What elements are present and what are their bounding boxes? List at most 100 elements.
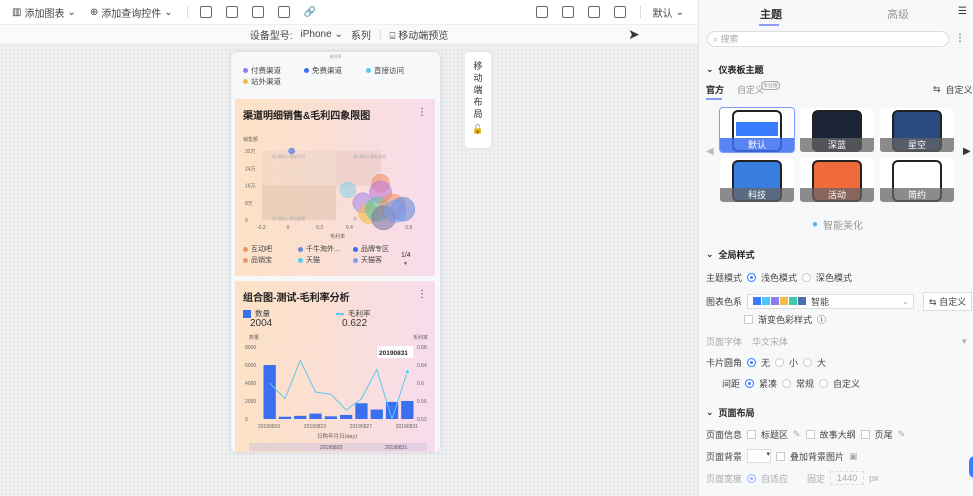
device-bar: 设备型号: iPhone ⌄ 系列 | ⌸ 移动端预览 [0, 25, 698, 44]
custom-theme-button[interactable]: ⇆ 自定义 [933, 83, 973, 96]
zoom-plus-icon: ⊕ [89, 6, 99, 18]
lock-icon[interactable]: 🔓 [465, 123, 491, 135]
legend-item: 站外渠道 [243, 76, 281, 87]
y-tick-label: 2000 [245, 399, 256, 405]
tab-theme[interactable]: 主题 [760, 6, 782, 22]
quadrant-label: 低X指标Y指标变高 [272, 215, 305, 221]
device-select[interactable]: iPhone ⌄ [301, 29, 343, 40]
palette-select[interactable]: 智能 ⌄ [747, 294, 915, 309]
legend-item[interactable]: 天猫 [298, 255, 320, 265]
radio-radius-small[interactable] [775, 358, 785, 367]
x-tick-label: 0.4 [346, 225, 353, 231]
bg-image-checkbox[interactable] [776, 451, 786, 461]
image-icon[interactable] [277, 6, 290, 18]
palette-swatch [789, 296, 798, 305]
link-icon[interactable]: 🔗 [304, 7, 316, 18]
x-tick-label: 0.8 [405, 225, 412, 231]
bar [278, 416, 292, 419]
toolbar: ▥ 添加图表 ⌄ ⊕ 添加查询控件 ⌄ 🔗 默认 ⌄ [0, 0, 698, 25]
slider-end-label: 20190831 [385, 445, 407, 451]
help-button[interactable] [969, 456, 973, 478]
radio-radius-none[interactable] [747, 358, 757, 367]
add-query-control-button[interactable]: ⊕ 添加查询控件 ⌄ [90, 5, 173, 20]
bar [263, 365, 276, 419]
legend-item[interactable]: 品牌专区 [353, 244, 389, 254]
next-arrow-icon[interactable]: ▶ [963, 146, 971, 157]
home-icon[interactable] [561, 6, 574, 18]
text-icon[interactable] [251, 6, 264, 18]
x-axis-label: 日购年月日(day) [317, 434, 358, 440]
theme-default[interactable]: 默认 [719, 107, 795, 153]
report-icon[interactable] [535, 6, 548, 18]
bar [324, 416, 337, 419]
x-tick-label: -0.2 [257, 225, 266, 231]
outline-checkbox[interactable] [805, 430, 815, 439]
pagination-label: 1/4 [401, 252, 411, 259]
bg-color-select[interactable]: ▾ [747, 449, 772, 463]
theme-simple[interactable]: 简约 [880, 158, 954, 202]
width-input[interactable]: 1440 [830, 471, 865, 485]
theme-starry[interactable]: 星空 [880, 108, 954, 152]
kpi-label: 毛利率 [336, 308, 371, 319]
tab-container-icon[interactable] [225, 6, 238, 18]
palette-swatch [753, 296, 762, 305]
legend-item[interactable]: 天猫客 [353, 255, 382, 265]
radio-custom[interactable] [819, 379, 829, 388]
mobile-preview-button[interactable]: ⌸ 移动端预览 [389, 27, 448, 42]
legend-item[interactable]: 千牛淘外... [298, 244, 340, 254]
y-tick-label: 16万 [245, 184, 256, 190]
theme-tech[interactable]: 科技 [720, 158, 794, 202]
section-global-style[interactable]: ⌄ 全局样式 [706, 248, 755, 261]
info-icon: ⓘ [817, 315, 827, 325]
subtab-custom[interactable]: 自定义 专业版 [737, 81, 781, 96]
chevron-down-icon: ⌄ [67, 6, 76, 18]
footer-checkbox[interactable] [860, 430, 870, 439]
radio-radius-large[interactable] [803, 358, 813, 367]
gradient-checkbox[interactable] [744, 315, 753, 324]
custom-palette-button[interactable]: ⇆ 自定义 [923, 292, 973, 311]
phone-preview: 毛利率 付费渠道 免费渠道 直接访问 站外渠道 渠道明细销售&毛利四象限图 ⋮ … [231, 52, 440, 452]
legend-item[interactable]: 品销宝 [243, 255, 272, 265]
bar-chart-icon: ▥ [12, 6, 22, 18]
bar [309, 413, 322, 419]
radio-normal[interactable] [782, 379, 792, 388]
radio-compact[interactable] [745, 379, 755, 388]
check-icon[interactable] [613, 6, 626, 18]
section-page-layout[interactable]: ⌄ 页面布局 [706, 406, 755, 419]
bar [401, 401, 414, 419]
collapse-panel-icon[interactable]: ☰ [958, 6, 967, 17]
radio-adaptive[interactable] [747, 473, 757, 483]
x-tick-label: 20190823 [304, 424, 326, 430]
smart-beautify-button[interactable]: ● 智能美化 [812, 217, 863, 232]
default-select[interactable]: 默认 ⌄ [653, 5, 684, 20]
y2-axis-label: 毛利率 [413, 334, 428, 341]
tab-advanced[interactable]: 高级 [887, 6, 909, 22]
legend-item[interactable]: 互动吧 [243, 244, 272, 254]
section-dashboard-theme[interactable]: ⌄ 仪表板主题 [706, 63, 764, 76]
series-label[interactable]: 系列 [351, 27, 371, 42]
theme-deep-blue[interactable]: 深蓝 [800, 108, 874, 152]
bubble [288, 147, 295, 155]
quadrant-label: 低X指标Y指标写为 [272, 153, 305, 159]
palette-swatch [780, 296, 789, 305]
title-area-checkbox[interactable] [747, 430, 757, 439]
mobile-layout-button[interactable]: 移动端布局 🔓 [465, 52, 491, 148]
radio-dark[interactable] [802, 273, 812, 282]
x-axis-label: 毛利率 [330, 233, 345, 240]
preview-icon[interactable] [587, 6, 600, 18]
radio-light[interactable] [747, 273, 757, 282]
search-input[interactable]: ⌕ 搜索 [707, 31, 949, 47]
edit-icon: ✎ [897, 429, 906, 439]
font-select[interactable]: 华文宋体 [747, 335, 957, 348]
theme-event[interactable]: 活动 [800, 158, 874, 202]
add-chart-button[interactable]: ▥ 添加图表 ⌄ [12, 5, 76, 20]
prev-arrow-icon[interactable]: ◀ [706, 146, 714, 157]
filter-icon[interactable] [199, 6, 212, 18]
y-axis-label: 销售额 [243, 136, 258, 143]
bar [370, 409, 383, 419]
more-icon[interactable]: ⋮ [955, 33, 965, 44]
x-tick-label: 20190820 [258, 424, 280, 430]
subtab-official[interactable]: 官方 [706, 83, 724, 96]
palette-swatch [798, 296, 807, 305]
chevron-down-icon: ⌄ [675, 6, 684, 18]
